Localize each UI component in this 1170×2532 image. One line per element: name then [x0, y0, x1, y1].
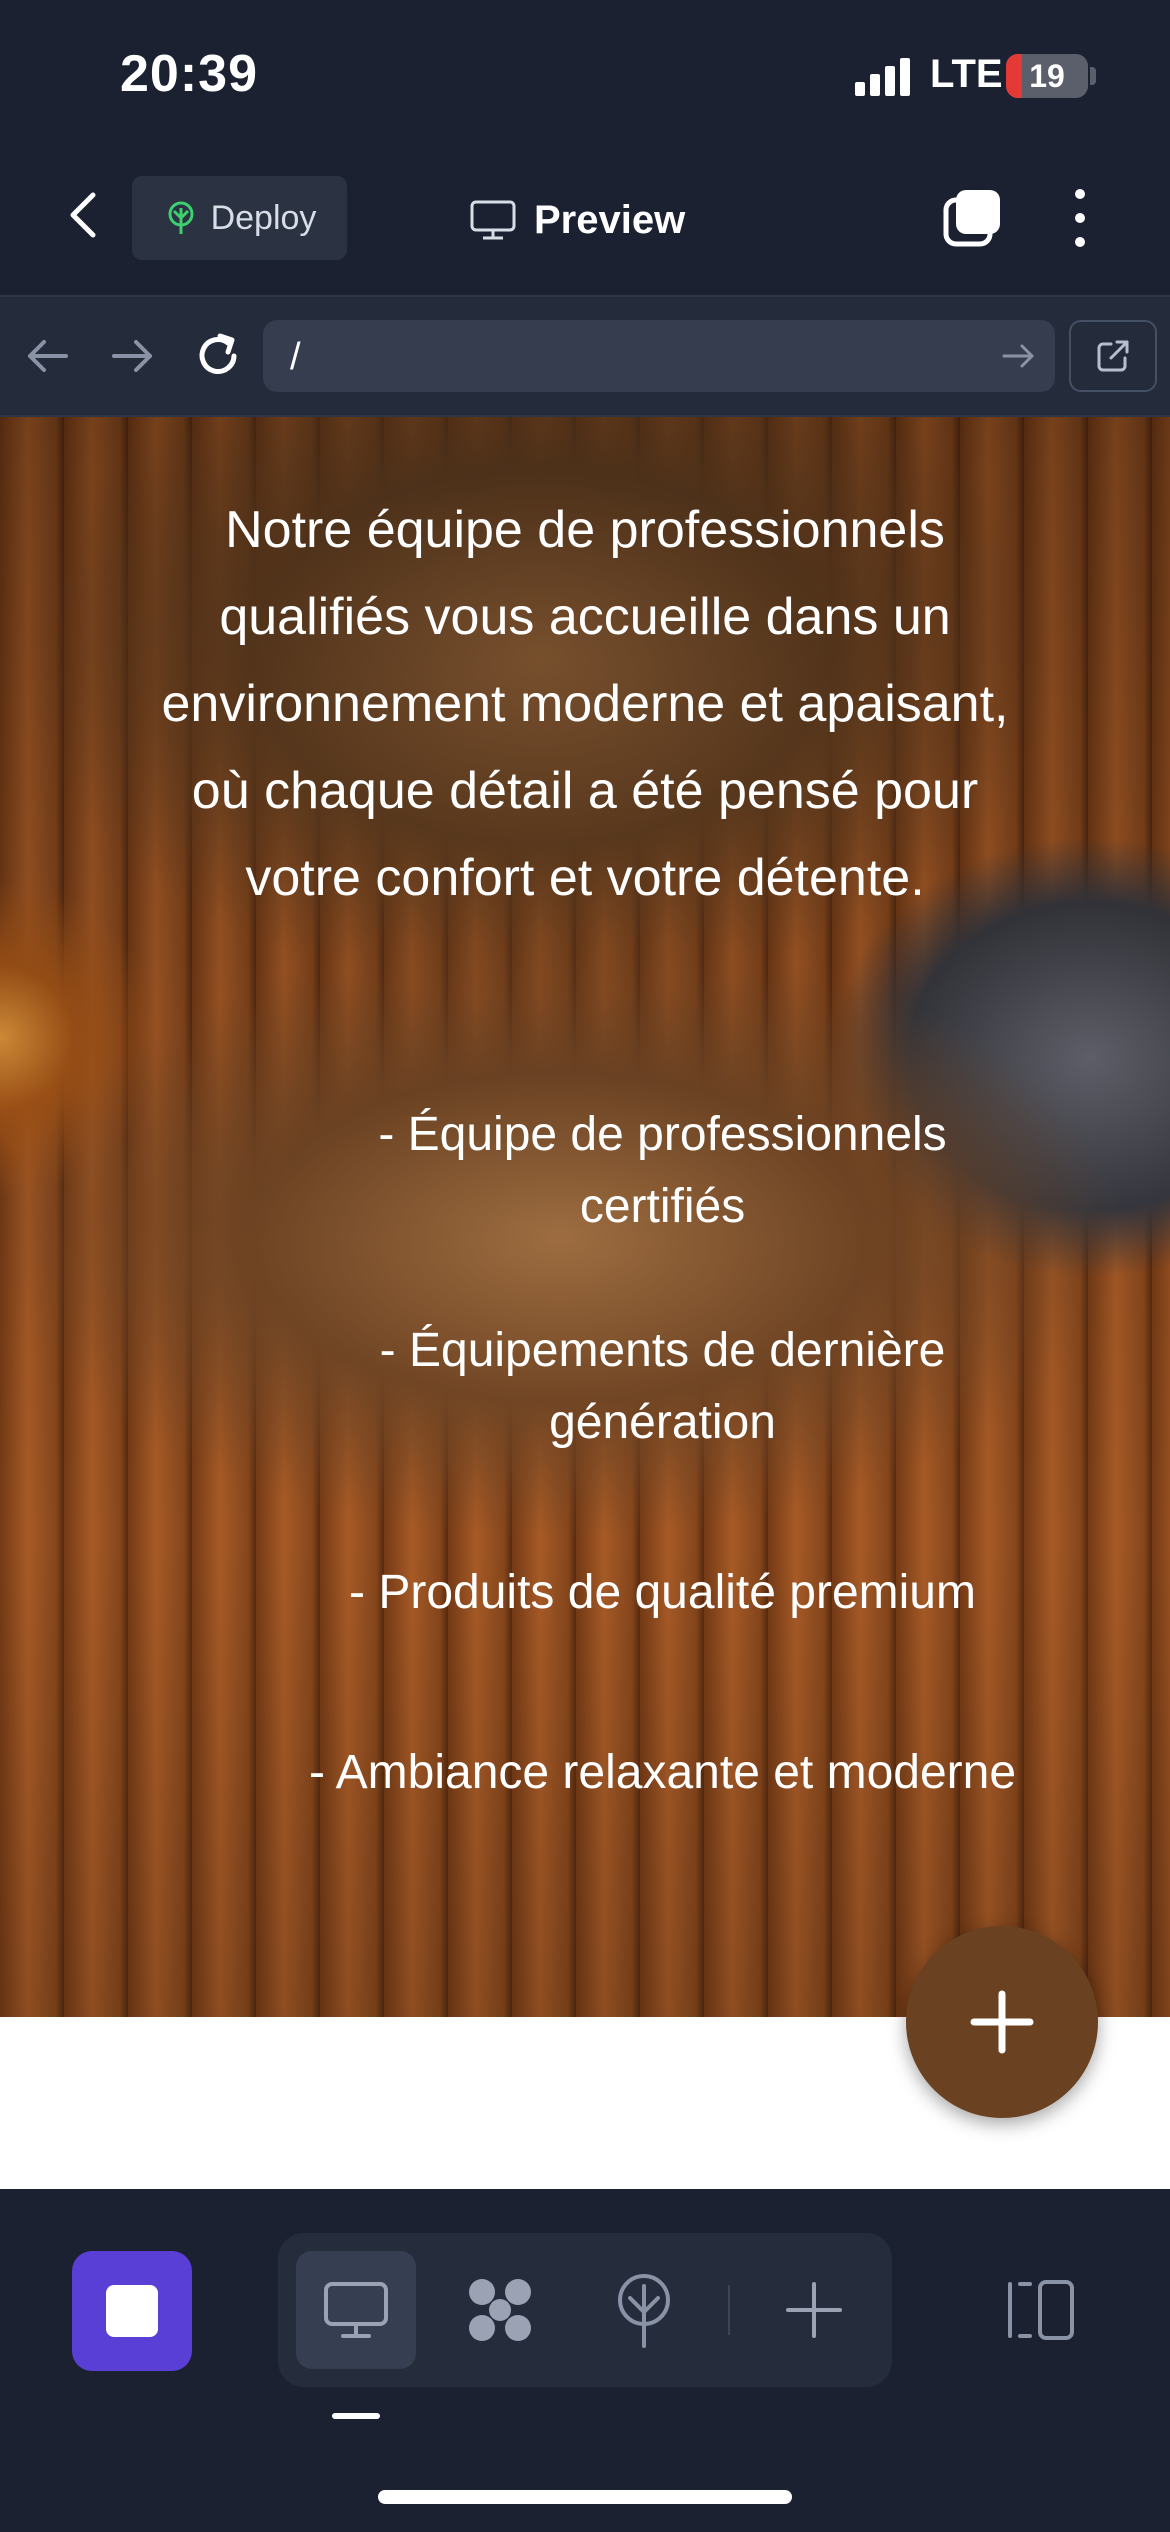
plus-icon [786, 2282, 842, 2338]
external-link-icon [1097, 340, 1129, 372]
signal-bars-icon [855, 56, 915, 96]
feature-item: - Équipe de professionnels certifiés [378, 1108, 947, 1233]
deploy-tree-icon [618, 2274, 670, 2348]
monitor-icon [470, 200, 516, 240]
deploy-button[interactable]: Deploy [132, 176, 347, 260]
stop-button[interactable] [72, 2251, 192, 2371]
arrow-right-icon [1002, 344, 1034, 368]
plus-icon [970, 1990, 1034, 2054]
battery-tip [1090, 67, 1096, 85]
deploy-tool-button[interactable] [584, 2251, 704, 2369]
battery-icon: 19 [1006, 54, 1088, 98]
arrow-left-icon [28, 340, 68, 372]
open-external-button[interactable] [1069, 320, 1157, 392]
vertical-dots-icon [1075, 189, 1085, 247]
active-tab-indicator [332, 2413, 380, 2419]
status-time: 20:39 [120, 45, 258, 103]
preview-label: Preview [534, 197, 686, 242]
browser-back-button[interactable] [22, 330, 74, 382]
feature-item: - Ambiance relaxante et moderne [308, 1746, 1017, 1799]
add-fab-button[interactable] [906, 1926, 1098, 2118]
deploy-tree-icon [168, 201, 194, 234]
feature-item: - Équipements de dernière génération [379, 1324, 946, 1449]
side-panel-button[interactable] [980, 2251, 1100, 2369]
url-go-button[interactable] [998, 336, 1038, 376]
toolbar-divider [728, 2285, 730, 2335]
tabs-button[interactable] [940, 186, 1004, 250]
stop-square-icon [106, 2285, 158, 2337]
network-type: LTE [930, 52, 1003, 96]
home-indicator[interactable] [378, 2490, 792, 2504]
add-button[interactable] [754, 2251, 874, 2369]
back-button[interactable] [55, 185, 115, 245]
reload-button[interactable] [190, 328, 246, 384]
monitor-icon [324, 2282, 388, 2338]
feature-item: - Produits de qualité premium [349, 1566, 976, 1619]
components-button[interactable] [440, 2251, 560, 2369]
battery-level: 19 [1029, 58, 1065, 94]
intro-paragraph: Notre équipe de professionnels qualifiés… [161, 501, 1009, 907]
tabs-stack-icon [943, 190, 1000, 247]
deploy-label: Deploy [210, 198, 317, 237]
grid-blob-icon [469, 2279, 531, 2341]
more-options-button[interactable] [1060, 186, 1100, 250]
side-panel-icon [1008, 2280, 1074, 2340]
desktop-view-button[interactable] [296, 2251, 416, 2369]
chevron-left-icon [70, 192, 96, 238]
reload-icon [199, 333, 237, 374]
url-input[interactable] [263, 320, 1055, 392]
hero-section: Notre équipe de professionnels qualifiés… [0, 417, 1170, 2017]
url-text: / [290, 336, 301, 378]
browser-forward-button[interactable] [106, 330, 158, 382]
preview-tab[interactable]: Preview [470, 190, 685, 250]
arrow-right-icon [112, 340, 152, 372]
